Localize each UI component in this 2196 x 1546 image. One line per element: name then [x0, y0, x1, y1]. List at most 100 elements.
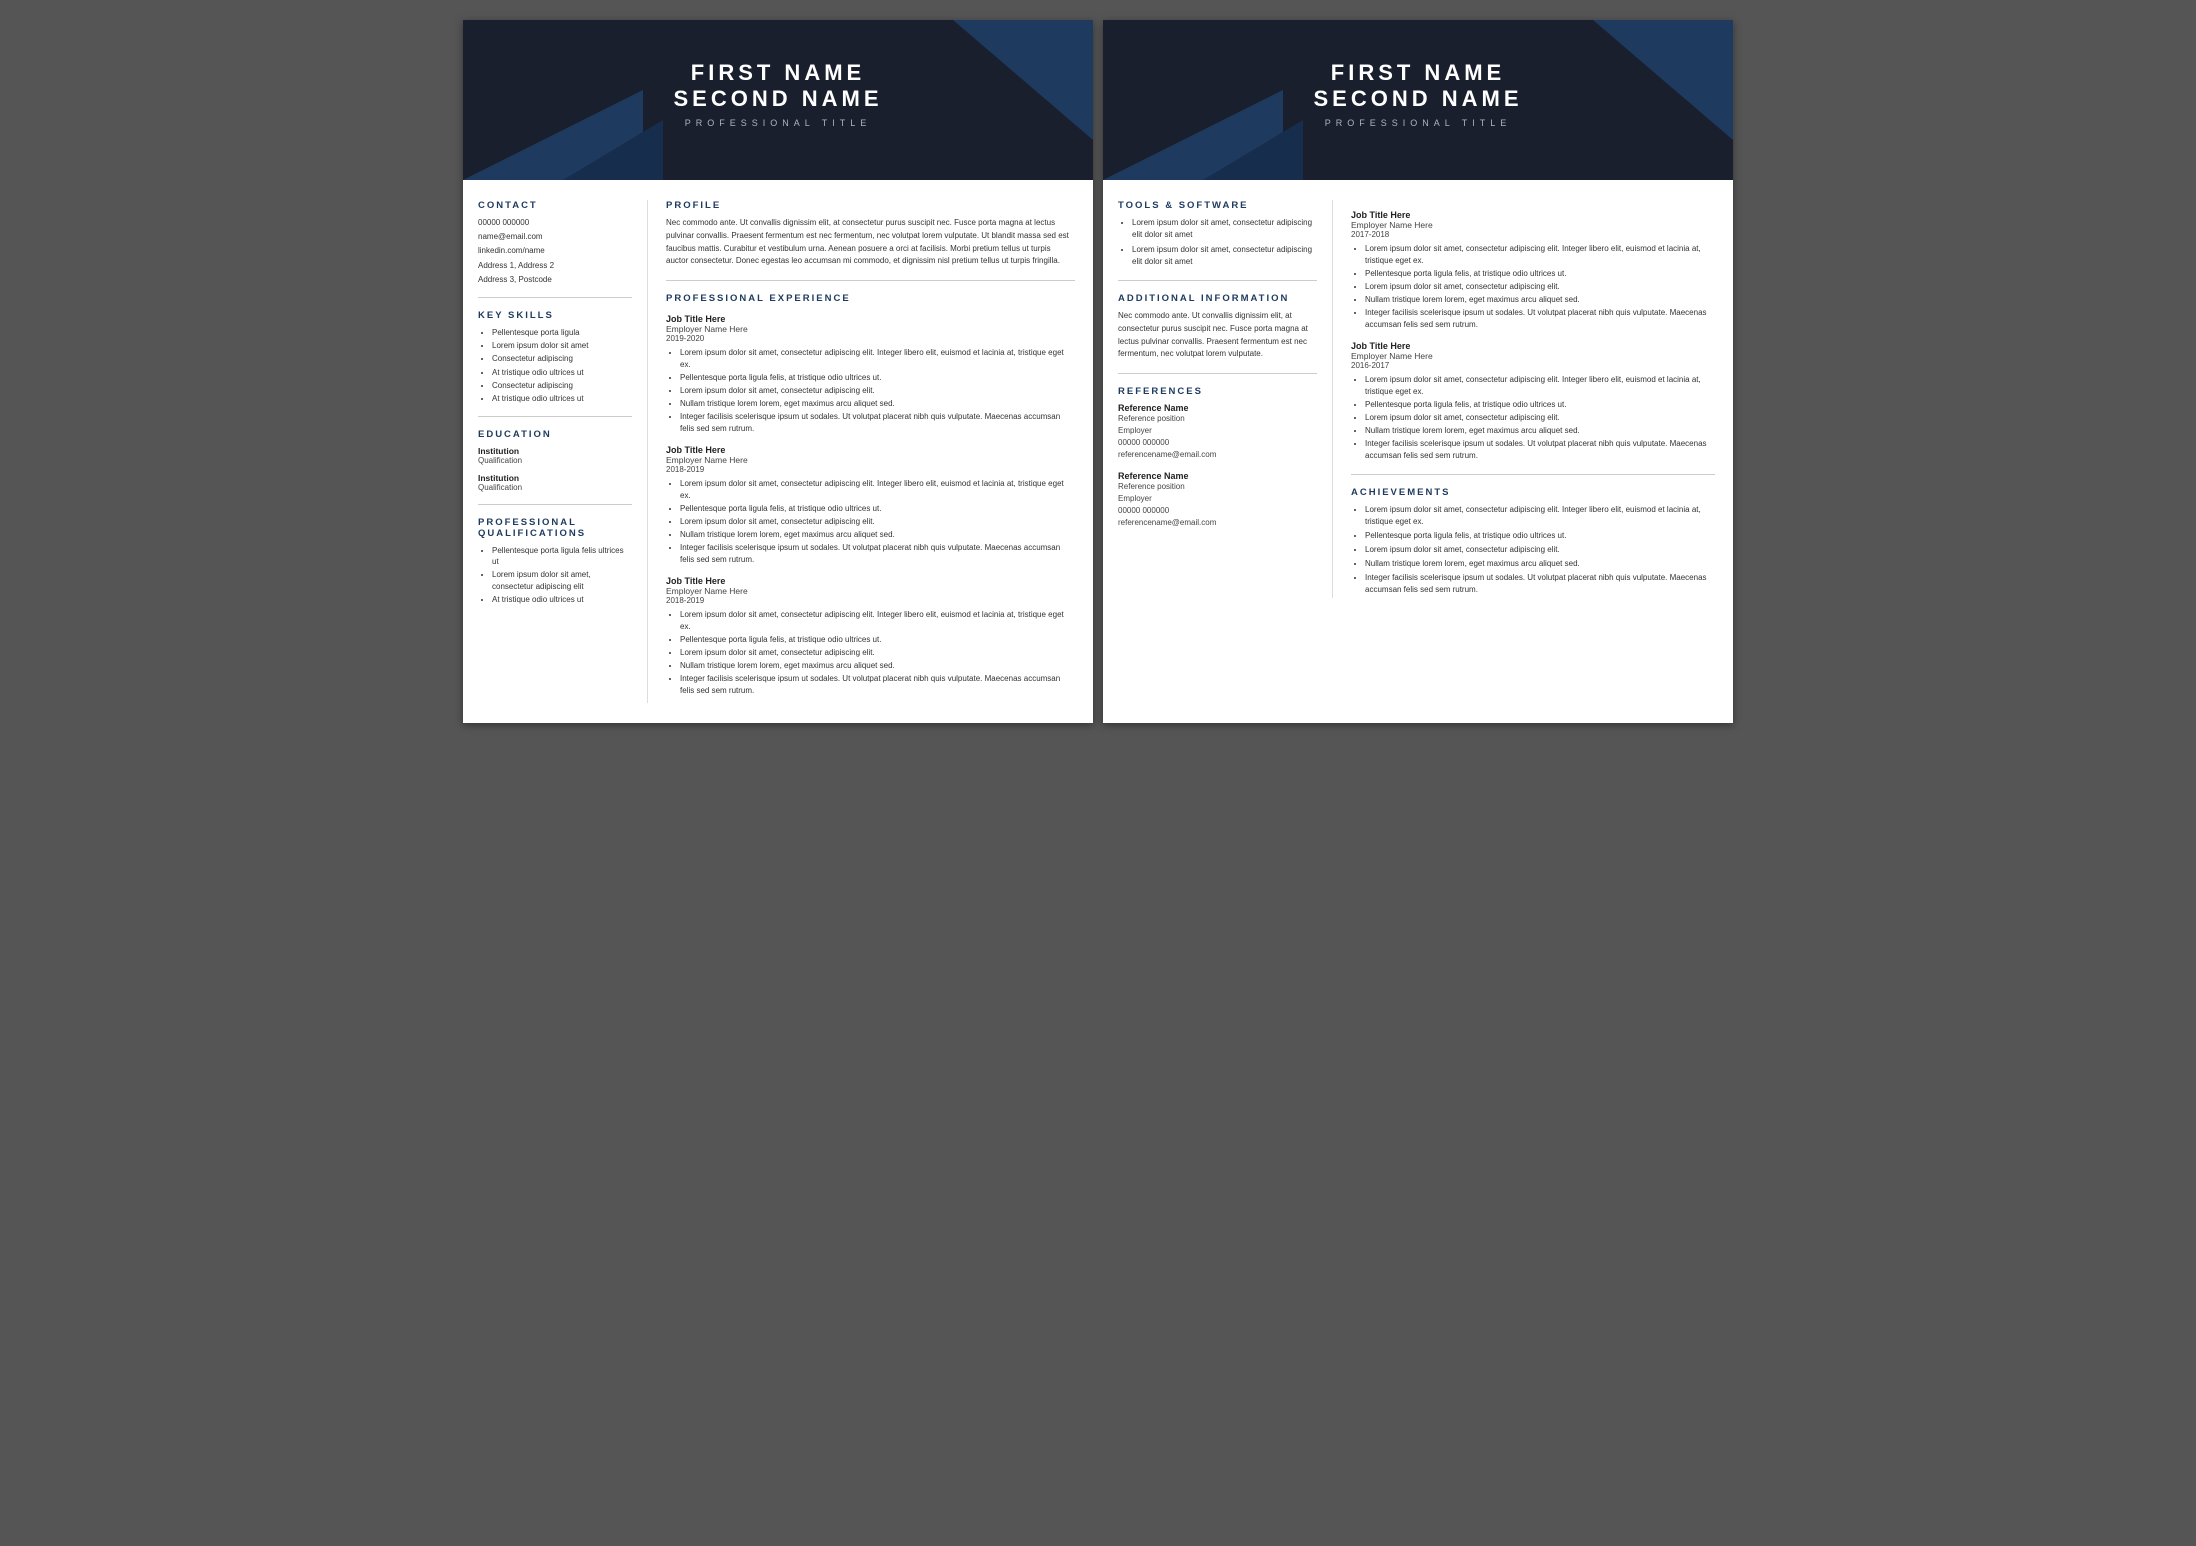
ref1-employer: Employer: [1118, 425, 1317, 437]
qual-2: Lorem ipsum dolor sit amet, consectetur …: [492, 569, 632, 591]
edu-1-institution: Institution: [478, 446, 632, 456]
job3-bullets: Lorem ipsum dolor sit amet, consectetur …: [666, 609, 1075, 697]
skill-5: Consectetur adipiscing: [492, 380, 632, 391]
ref2-employer: Employer: [1118, 493, 1317, 505]
p2-job1-b4: Nullam tristique lorem lorem, eget maxim…: [1365, 294, 1715, 306]
contact-postcode: Address 3, Postcode: [478, 274, 632, 285]
skills-title: KEY SKILLS: [478, 310, 632, 321]
skill-6: At tristique odio ultrices ut: [492, 393, 632, 404]
contact-address: Address 1, Address 2: [478, 260, 632, 271]
skill-4: At tristique odio ultrices ut: [492, 367, 632, 378]
page1-body: CONTACT 00000 000000 name@email.com link…: [463, 180, 1093, 723]
p2-job2-bullets: Lorem ipsum dolor sit amet, consectetur …: [1351, 374, 1715, 462]
page1-second-name: SECOND NAME: [483, 86, 1073, 112]
ach-1: Lorem ipsum dolor sit amet, consectetur …: [1365, 504, 1715, 528]
job2-title: Job Title Here: [666, 445, 1075, 455]
p2-job1-title: Job Title Here: [1351, 210, 1715, 220]
edu-2-qual: Qualification: [478, 483, 632, 492]
references-section: REFERENCES Reference Name Reference posi…: [1118, 386, 1317, 529]
p2-job1-dates: 2017-2018: [1351, 230, 1715, 239]
qual-list: Pellentesque porta ligula felis ultrices…: [478, 545, 632, 605]
contact-title: CONTACT: [478, 200, 632, 211]
page1-main: PROFILE Nec commodo ante. Ut convallis d…: [648, 200, 1093, 703]
job2-b3: Lorem ipsum dolor sit amet, consectetur …: [680, 516, 1075, 528]
page-2: FIRST NAME SECOND NAME PROFESSIONAL TITL…: [1103, 20, 1733, 723]
qual-3: At tristique odio ultrices ut: [492, 594, 632, 605]
job1-b4: Nullam tristique lorem lorem, eget maxim…: [680, 398, 1075, 410]
exp-title: PROFESSIONAL EXPERIENCE: [666, 293, 1075, 304]
job1-bullets: Lorem ipsum dolor sit amet, consectetur …: [666, 347, 1075, 435]
education-title: EDUCATION: [478, 429, 632, 440]
job3-b4: Nullam tristique lorem lorem, eget maxim…: [680, 660, 1075, 672]
p2-job2-b5: Integer facilisis scelerisque ipsum ut s…: [1365, 438, 1715, 462]
job3-employer: Employer Name Here: [666, 586, 1075, 596]
job2-employer: Employer Name Here: [666, 455, 1075, 465]
page2-title: PROFESSIONAL TITLE: [1123, 118, 1713, 128]
ref1-phone: 00000 000000: [1118, 437, 1317, 449]
p2-job2-b2: Pellentesque porta ligula felis, at tris…: [1365, 399, 1715, 411]
page1-sidebar: CONTACT 00000 000000 name@email.com link…: [463, 200, 648, 703]
p2-job2-title: Job Title Here: [1351, 341, 1715, 351]
page2-body: TOOLS & SOFTWARE Lorem ipsum dolor sit a…: [1103, 180, 1733, 618]
pages-wrapper: FIRST NAME SECOND NAME PROFESSIONAL TITL…: [463, 20, 1733, 723]
profile-title: PROFILE: [666, 200, 1075, 211]
p2-job2-b1: Lorem ipsum dolor sit amet, consectetur …: [1365, 374, 1715, 398]
skills-list: Pellentesque porta ligula Lorem ipsum do…: [478, 327, 632, 404]
job1-b2: Pellentesque porta ligula felis, at tris…: [680, 372, 1075, 384]
ref2-position: Reference position: [1118, 481, 1317, 493]
p2-job2-dates: 2016-2017: [1351, 361, 1715, 370]
job2-b4: Nullam tristique lorem lorem, eget maxim…: [680, 529, 1075, 541]
ach-5: Integer facilisis scelerisque ipsum ut s…: [1365, 572, 1715, 596]
tools-title: TOOLS & SOFTWARE: [1118, 200, 1317, 211]
key-skills-section: KEY SKILLS Pellentesque porta ligula Lor…: [478, 310, 632, 404]
tool-1: Lorem ipsum dolor sit amet, consectetur …: [1132, 217, 1317, 241]
education-section: EDUCATION Institution Qualification Inst…: [478, 429, 632, 492]
contact-linkedin: linkedin.com/name: [478, 245, 632, 256]
p2-job1-b5: Integer facilisis scelerisque ipsum ut s…: [1365, 307, 1715, 331]
contact-email: name@email.com: [478, 231, 632, 242]
ach-4: Nullam tristique lorem lorem, eget maxim…: [1365, 558, 1715, 570]
contact-section: CONTACT 00000 000000 name@email.com link…: [478, 200, 632, 285]
ref1-email: referencename@email.com: [1118, 449, 1317, 461]
job1-b3: Lorem ipsum dolor sit amet, consectetur …: [680, 385, 1075, 397]
job1-title: Job Title Here: [666, 314, 1075, 324]
ref2-email: referencename@email.com: [1118, 517, 1317, 529]
page2-right: Job Title Here Employer Name Here 2017-2…: [1333, 200, 1733, 598]
page2-header: FIRST NAME SECOND NAME PROFESSIONAL TITL…: [1103, 20, 1733, 180]
job3-b5: Integer facilisis scelerisque ipsum ut s…: [680, 673, 1075, 697]
qual-1: Pellentesque porta ligula felis ultrices…: [492, 545, 632, 567]
p2-job1-b1: Lorem ipsum dolor sit amet, consectetur …: [1365, 243, 1715, 267]
ach-2: Pellentesque porta ligula felis, at tris…: [1365, 530, 1715, 542]
page1-header: FIRST NAME SECOND NAME PROFESSIONAL TITL…: [463, 20, 1093, 180]
tools-list: Lorem ipsum dolor sit amet, consectetur …: [1118, 217, 1317, 268]
job1-b5: Integer facilisis scelerisque ipsum ut s…: [680, 411, 1075, 435]
skill-2: Lorem ipsum dolor sit amet: [492, 340, 632, 351]
additional-text: Nec commodo ante. Ut convallis dignissim…: [1118, 310, 1317, 361]
page1-title: PROFESSIONAL TITLE: [483, 118, 1073, 128]
page2-first-name: FIRST NAME: [1123, 60, 1713, 86]
p2-job1-employer: Employer Name Here: [1351, 220, 1715, 230]
qual-section: PROFESSIONAL QUALIFICATIONS Pellentesque…: [478, 517, 632, 605]
additional-section: ADDITIONAL INFORMATION Nec commodo ante.…: [1118, 293, 1317, 361]
job1-b1: Lorem ipsum dolor sit amet, consectetur …: [680, 347, 1075, 371]
job2-bullets: Lorem ipsum dolor sit amet, consectetur …: [666, 478, 1075, 566]
skill-3: Consectetur adipiscing: [492, 353, 632, 364]
p2-job1-bullets: Lorem ipsum dolor sit amet, consectetur …: [1351, 243, 1715, 331]
job3-b2: Pellentesque porta ligula felis, at tris…: [680, 634, 1075, 646]
p2-job1-b2: Pellentesque porta ligula felis, at tris…: [1365, 268, 1715, 280]
job3-title: Job Title Here: [666, 576, 1075, 586]
ref2-phone: 00000 000000: [1118, 505, 1317, 517]
contact-phone: 00000 000000: [478, 217, 632, 228]
edu-2-institution: Institution: [478, 473, 632, 483]
qual-title: PROFESSIONAL QUALIFICATIONS: [478, 517, 632, 539]
job3-b3: Lorem ipsum dolor sit amet, consectetur …: [680, 647, 1075, 659]
page2-left: TOOLS & SOFTWARE Lorem ipsum dolor sit a…: [1103, 200, 1333, 598]
page2-second-name: SECOND NAME: [1123, 86, 1713, 112]
ref2-name: Reference Name: [1118, 471, 1317, 481]
page-1: FIRST NAME SECOND NAME PROFESSIONAL TITL…: [463, 20, 1093, 723]
references-title: REFERENCES: [1118, 386, 1317, 397]
tool-2: Lorem ipsum dolor sit amet, consectetur …: [1132, 244, 1317, 268]
p2-job2-b4: Nullam tristique lorem lorem, eget maxim…: [1365, 425, 1715, 437]
skill-1: Pellentesque porta ligula: [492, 327, 632, 338]
p2-job1-b3: Lorem ipsum dolor sit amet, consectetur …: [1365, 281, 1715, 293]
